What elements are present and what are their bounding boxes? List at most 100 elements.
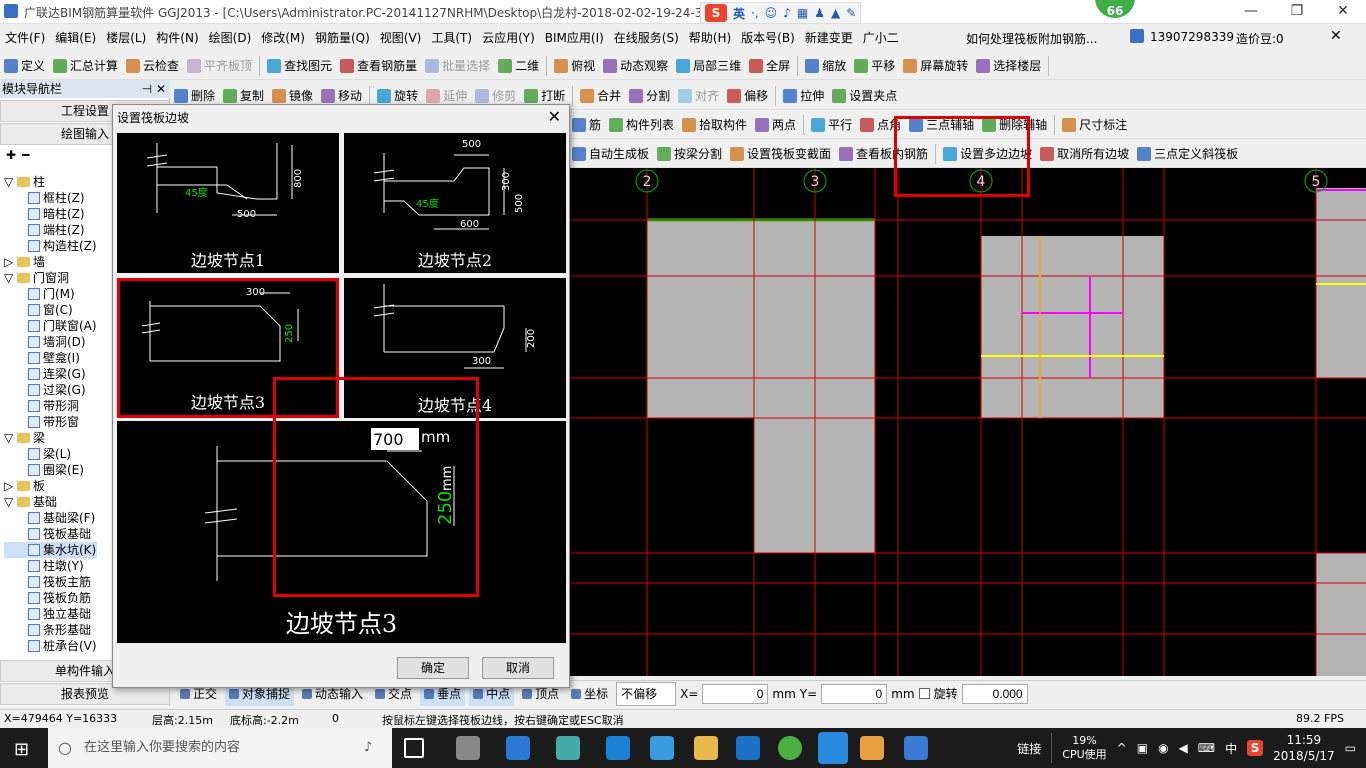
- volume-icon[interactable]: ◀: [1179, 741, 1188, 755]
- notification-icon[interactable]: ▭: [1345, 741, 1356, 755]
- clock[interactable]: 11:59 2018/5/17: [1273, 732, 1335, 764]
- folder-icon[interactable]: [694, 736, 718, 760]
- tree-node[interactable]: 筏板负筋: [4, 590, 97, 606]
- x-coordinate-input[interactable]: [702, 683, 769, 704]
- tray-link[interactable]: 链接: [1017, 740, 1041, 757]
- toolbar1-button-8[interactable]: 俯视: [550, 54, 599, 78]
- skin-icon[interactable]: ▲: [831, 6, 840, 20]
- ggj-app-icon[interactable]: [818, 732, 848, 764]
- tree-node[interactable]: 桩承台(V): [4, 638, 97, 654]
- app-icon[interactable]: [556, 736, 580, 760]
- tools-icon[interactable]: ✎: [846, 6, 856, 20]
- toolbar4-button-0[interactable]: 自动生成板: [568, 142, 653, 166]
- app-icon[interactable]: [904, 736, 928, 760]
- wifi-icon[interactable]: ◉: [1158, 741, 1168, 755]
- toolbar3-button-4[interactable]: 平行: [807, 113, 856, 137]
- menu-item-2[interactable]: 楼层(L): [101, 24, 151, 52]
- app-icon[interactable]: [456, 736, 480, 760]
- tree-node[interactable]: 端柱(Z): [4, 222, 97, 238]
- toolbar3-button-3[interactable]: 两点: [751, 113, 800, 137]
- menu-item-0[interactable]: 文件(F): [0, 24, 50, 52]
- cost-beans[interactable]: 造价豆:0: [1236, 30, 1284, 47]
- toolbar2-button-10[interactable]: 对齐: [674, 84, 723, 108]
- ok-button[interactable]: 确定: [397, 657, 469, 679]
- cancel-button[interactable]: 取消: [482, 657, 554, 679]
- toolbar3-button-0[interactable]: 筋: [568, 113, 605, 137]
- account-phone[interactable]: 13907298339: [1150, 30, 1234, 44]
- app-icon[interactable]: [860, 736, 884, 760]
- tree-node[interactable]: 筏板基础: [4, 526, 97, 542]
- menu-item-5[interactable]: 修改(M): [256, 24, 310, 52]
- toolbar1-button-9[interactable]: 动态观察: [599, 54, 672, 78]
- network-icon[interactable]: ▣: [1137, 741, 1148, 755]
- menu-item-10[interactable]: BIM应用(I): [540, 24, 609, 52]
- toolbar1-button-5[interactable]: 查看钢筋量: [336, 54, 421, 78]
- offset-select[interactable]: 不偏移: [616, 681, 677, 706]
- toolbar1-button-2[interactable]: 云检查: [122, 54, 183, 78]
- tree-node[interactable]: 独立基础: [4, 606, 97, 622]
- app-icon[interactable]: [778, 736, 802, 760]
- collapse-all-icon[interactable]: ━: [22, 148, 29, 162]
- slab-region[interactable]: [981, 236, 1164, 418]
- tree-node[interactable]: 带形洞: [4, 398, 97, 414]
- user-icon[interactable]: ♟: [814, 6, 825, 20]
- ime-toolbar[interactable]: S 英 ·, ☺ ♪ ▦ ♟ ▲ ✎: [700, 2, 862, 24]
- toolbar2-button-9[interactable]: 分割: [625, 84, 674, 108]
- menu-item-14[interactable]: 新建变更: [800, 24, 858, 52]
- toolbar1-button-7[interactable]: 二维: [494, 54, 543, 78]
- toolbar4-button-6[interactable]: 三点定义斜筏板: [1133, 142, 1242, 166]
- tree-expand-collapse[interactable]: ✚ ━: [6, 148, 29, 162]
- toolbar1-button-14[interactable]: 屏幕旋转: [899, 54, 972, 78]
- tree-node[interactable]: 连梁(G): [4, 366, 97, 382]
- menu-item-8[interactable]: 工具(T): [426, 24, 477, 52]
- menu-item-13[interactable]: 版本号(B): [736, 24, 800, 52]
- mic-icon[interactable]: ♪: [783, 6, 791, 20]
- ie-icon[interactable]: [650, 736, 674, 760]
- toolbar1-button-11[interactable]: 全屏: [745, 54, 794, 78]
- toolbar1-button-0[interactable]: 定义: [0, 54, 49, 78]
- ime-indicator[interactable]: 中: [1225, 740, 1237, 757]
- close-icon[interactable]: ✕: [1320, 0, 1366, 24]
- toolbar1-button-12[interactable]: 缩放: [801, 54, 850, 78]
- toolbar3-button-2[interactable]: 拾取构件: [678, 113, 751, 137]
- toolbar1-button-6[interactable]: 批量选择: [421, 54, 494, 78]
- drawing-canvas[interactable]: 2 3 4 5: [570, 168, 1366, 676]
- minimize-icon[interactable]: —: [1228, 0, 1274, 24]
- restore-icon[interactable]: ❐: [1274, 0, 1320, 24]
- tree-node[interactable]: 框柱(Z): [4, 190, 97, 206]
- tree-node[interactable]: 门(M): [4, 286, 97, 302]
- rotate-checkbox[interactable]: [918, 688, 930, 699]
- tree-node[interactable]: 圈梁(E): [4, 462, 97, 478]
- toolbar3-button-8[interactable]: 尺寸标注: [1058, 113, 1131, 137]
- toolbar1-button-3[interactable]: 平齐板顶: [183, 54, 256, 78]
- tree-node[interactable]: 构造柱(Z): [4, 238, 97, 254]
- sogou-icon[interactable]: S: [705, 4, 727, 22]
- tree-node[interactable]: 门联窗(A): [4, 318, 97, 334]
- punctuation-icon[interactable]: ·,: [751, 6, 759, 20]
- tree-node[interactable]: 柱墩(Y): [4, 558, 97, 574]
- cpu-meter[interactable]: 19% CPU使用: [1062, 734, 1106, 762]
- expand-all-icon[interactable]: ✚: [6, 148, 16, 162]
- task-view-icon[interactable]: [404, 738, 424, 758]
- chevron-up-icon[interactable]: ^: [1117, 741, 1127, 755]
- help-question-link[interactable]: 如何处理筏板附加钢筋...: [966, 30, 1097, 47]
- slab-region[interactable]: [1316, 553, 1366, 676]
- taskbar-search[interactable]: ○ 在这里输入你要搜索的内容 ♪: [48, 728, 392, 768]
- tree-node[interactable]: 墙洞(D): [4, 334, 97, 350]
- toolbar2-button-8[interactable]: 合并: [576, 84, 625, 108]
- toolbar2-button-13[interactable]: 设置夹点: [828, 84, 901, 108]
- edge-icon[interactable]: [606, 736, 630, 760]
- toolbar2-button-12[interactable]: 拉伸: [779, 84, 828, 108]
- menu-item-9[interactable]: 云应用(Y): [477, 24, 540, 52]
- toolbar1-button-1[interactable]: 汇总计算: [49, 54, 122, 78]
- tree-node[interactable]: 壁龛(I): [4, 350, 97, 366]
- tree-node[interactable]: ▽ 柱: [4, 174, 97, 190]
- ime-language[interactable]: 英: [733, 5, 745, 22]
- menu-item-11[interactable]: 在线服务(S): [609, 24, 684, 52]
- tree-node[interactable]: 筏板主筋: [4, 574, 97, 590]
- toolbar1-button-15[interactable]: 选择楼层: [972, 54, 1045, 78]
- snap-7[interactable]: 坐标: [567, 682, 612, 706]
- dialog-close-icon[interactable]: ✕: [548, 107, 561, 126]
- tree-node[interactable]: 条形基础: [4, 622, 97, 638]
- tree-node[interactable]: 集水坑(K): [4, 542, 97, 558]
